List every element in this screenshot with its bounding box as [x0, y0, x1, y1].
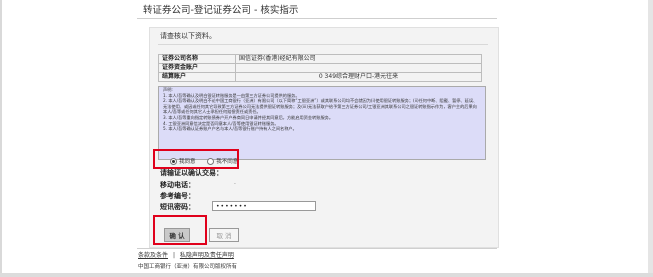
- footer-links: 条款及条件 | 私隐声明及责任声明: [138, 250, 234, 259]
- securities-company-value: 国信证券(香港)经纪有限公司: [235, 54, 482, 64]
- sms-password-label: 短讯密码：: [160, 203, 195, 211]
- mobile-value: ·: [234, 181, 236, 188]
- page-title: 转证券公司-登记证券公司 - 核实指示: [143, 5, 299, 16]
- declaration-item-5: 5. 本人/吾等确认证券账户户名与本人/吾等银行账户持有人之间名称户。: [163, 126, 297, 132]
- highlight-agreement-box: [153, 149, 239, 169]
- table-row: 结算账户 0 349综合理财户口-港元往来: [158, 72, 482, 82]
- settlement-account-value: 0 349综合理财户口-港元往来: [235, 72, 482, 82]
- securities-company-label: 证券公司名称: [158, 54, 236, 64]
- footer-separator: |: [172, 252, 175, 259]
- table-row: 证券公司名称 国信证券(香港)经纪有限公司: [158, 54, 482, 64]
- exchange-ref-label: 请输证以确认交易：: [160, 169, 223, 177]
- title-divider: [137, 18, 497, 19]
- highlight-confirm-box: [153, 215, 207, 245]
- settlement-account-label: 结算账户: [158, 72, 236, 82]
- intro-divider: [158, 44, 488, 45]
- window-right-edge: [648, 0, 653, 277]
- sms-password-input[interactable]: •••••••: [212, 201, 316, 211]
- window-left-edge: [0, 0, 2, 277]
- cancel-button[interactable]: 取 消: [209, 228, 239, 242]
- mobile-label: 移动电话：: [160, 181, 195, 189]
- ref-no-label: 参考编号：: [160, 192, 195, 200]
- declaration-item-2: 2. 本人/吾等确认及明白不论中国工商银行（亚洲）有限公司（以下简称“工银亚洲”…: [163, 98, 478, 115]
- table-row: 证券资金账户: [158, 63, 482, 73]
- intro-text: 请查核以下资料。: [160, 32, 216, 40]
- account-info-table: 证券公司名称 国信证券(香港)经纪有限公司 证券资金账户 结算账户 0 349综…: [158, 54, 482, 82]
- window-bottom-edge: [0, 273, 653, 277]
- privacy-link[interactable]: 私隐声明及责任声明: [180, 252, 234, 259]
- footer-divider: [137, 248, 497, 249]
- copyright-text: 中国工商银行（亚洲）有限公司版权所有: [138, 264, 238, 270]
- terms-link[interactable]: 条款及条件: [138, 252, 168, 259]
- securities-account-label: 证券资金账户: [158, 63, 236, 73]
- securities-account-value: [235, 63, 482, 73]
